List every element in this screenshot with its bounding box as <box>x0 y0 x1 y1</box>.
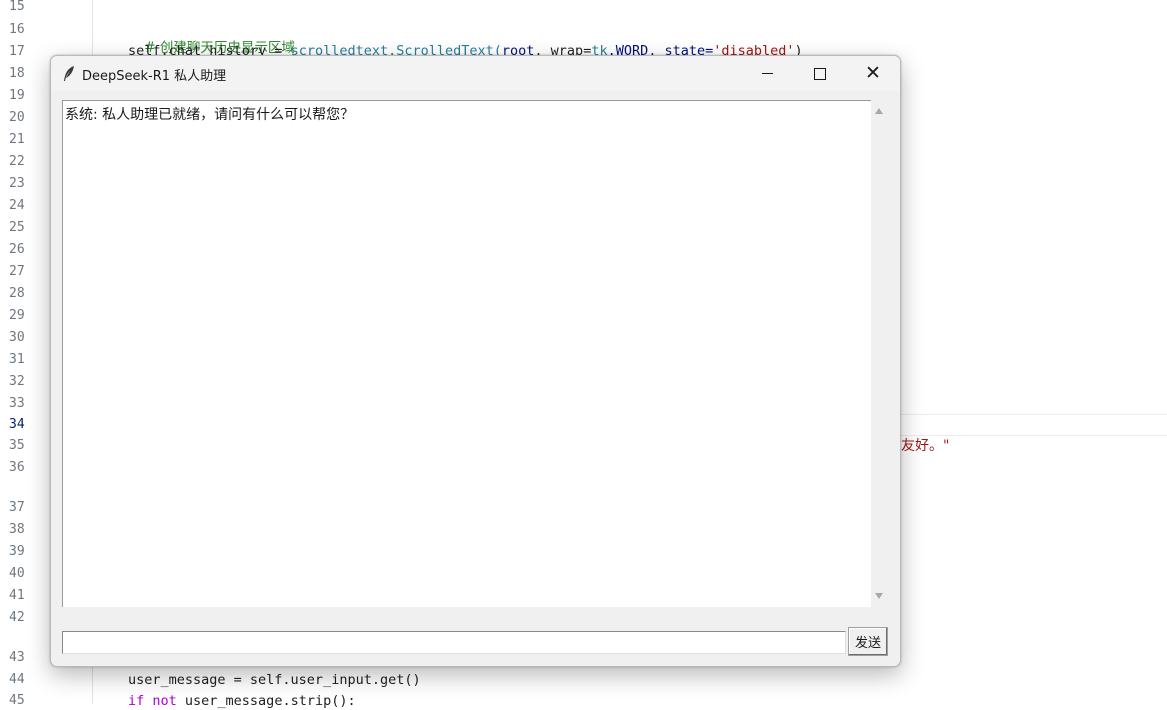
line-number: 39 <box>9 544 25 559</box>
code-keyword: if not <box>128 693 177 709</box>
tk-feather-icon <box>64 66 74 81</box>
line-number: 44 <box>9 672 25 687</box>
line-number: 40 <box>9 566 25 581</box>
line-number: 33 <box>9 396 25 411</box>
code-token: self <box>128 43 161 55</box>
window-title: DeepSeek-R1 私人助理 <box>82 69 227 84</box>
window-titlebar[interactable]: DeepSeek-R1 私人助理 ✕ <box>51 56 900 91</box>
code-token: .chat_history = <box>160 43 291 55</box>
line-number: 22 <box>9 154 25 169</box>
line-number: 37 <box>9 500 25 515</box>
close-icon: ✕ <box>865 62 881 84</box>
line-number: 15 <box>9 0 25 14</box>
code-token: user_message.strip(): <box>176 693 356 709</box>
line-number: 38 <box>9 522 25 537</box>
code-token: scrolledtext <box>290 43 389 55</box>
line-number: 42 <box>9 610 25 625</box>
line-number: 36 <box>9 460 25 475</box>
code-string-tail: 友好。" <box>901 438 950 454</box>
line-number: 43 <box>9 650 25 665</box>
line-number: 20 <box>9 110 25 125</box>
line-number: 29 <box>9 308 25 323</box>
minimize-button[interactable] <box>744 56 790 91</box>
line-number: 18 <box>9 66 25 81</box>
send-button[interactable]: 发送 <box>848 627 888 656</box>
close-button[interactable]: ✕ <box>850 56 896 91</box>
code-token: , wrap= <box>534 43 592 55</box>
line-number: 23 <box>9 176 25 191</box>
line-number-active: 34 <box>9 417 25 432</box>
line-number: 21 <box>9 132 25 147</box>
code-line[interactable]: if not user_message.strip(): <box>128 692 356 710</box>
chat-message: 系统: 私人助理已就绪，请问有什么可以帮您？ <box>65 107 355 123</box>
code-token: tk <box>591 43 608 55</box>
assistant-window: DeepSeek-R1 私人助理 ✕ 系统: 私人助理已就绪，请问有什么可以帮您… <box>50 55 901 667</box>
line-number: 26 <box>9 242 25 257</box>
chat-scrollbar[interactable] <box>871 100 888 607</box>
indent-guide <box>92 0 93 56</box>
line-number: 27 <box>9 264 25 279</box>
line-number: 30 <box>9 330 25 345</box>
line-number: 19 <box>9 88 25 103</box>
code-line[interactable]: user_message = self.user_input.get() <box>128 671 421 689</box>
scroll-up-icon[interactable] <box>875 108 883 114</box>
line-number: 28 <box>9 286 25 301</box>
message-input[interactable] <box>62 631 846 654</box>
line-number: 41 <box>9 588 25 603</box>
line-number: 17 <box>9 44 25 59</box>
code-token: ) <box>794 43 803 55</box>
code-token: .ScrolledText( <box>388 43 502 55</box>
code-token: root <box>501 43 535 55</box>
line-number: 45 <box>9 693 25 708</box>
current-line-highlight <box>900 414 1167 436</box>
minimize-icon <box>761 73 773 74</box>
maximize-button[interactable] <box>797 56 843 91</box>
chat-history[interactable]: 系统: 私人助理已就绪，请问有什么可以帮您？ <box>62 100 871 607</box>
scroll-down-icon[interactable] <box>875 593 883 599</box>
code-line[interactable]: self.chat_history = scrolledtext.Scrolle… <box>128 42 803 55</box>
code-token: 'disabled' <box>713 43 795 55</box>
line-number: 16 <box>9 22 25 37</box>
code-token: .WORD, state= <box>607 43 714 55</box>
line-number: 35 <box>9 438 25 453</box>
line-number: 31 <box>9 352 25 367</box>
line-number: 24 <box>9 198 25 213</box>
maximize-icon <box>814 67 826 80</box>
line-number: 32 <box>9 374 25 389</box>
line-number: 25 <box>9 220 25 235</box>
